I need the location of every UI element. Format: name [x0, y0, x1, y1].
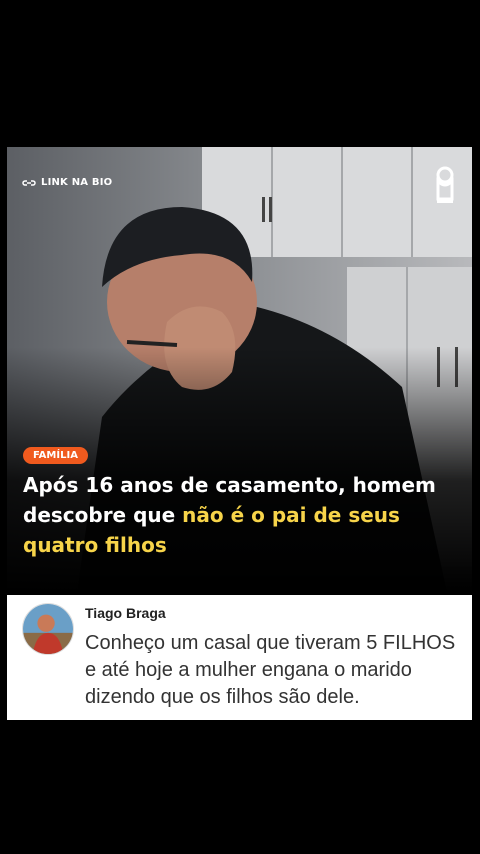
avatar[interactable]	[22, 603, 74, 655]
news-post-card[interactable]: LINK NA BIO FAMÍLIA Após 16 anos de casa…	[7, 147, 472, 592]
link-label: LINK NA BIO	[41, 177, 113, 188]
link-icon	[22, 179, 36, 186]
category-badge: FAMÍLIA	[23, 447, 88, 464]
comment-card: Tiago Braga Conheço um casal que tiveram…	[7, 595, 472, 720]
headline: Após 16 anos de casamento, homem descobr…	[23, 470, 463, 560]
comment-text: Conheço um casal que tiveram 5 FILHOS e …	[85, 632, 456, 708]
link-in-bio[interactable]: LINK NA BIO	[22, 177, 112, 188]
comment-author[interactable]: Tiago Braga	[85, 605, 166, 621]
brand-logo-icon	[436, 166, 454, 203]
